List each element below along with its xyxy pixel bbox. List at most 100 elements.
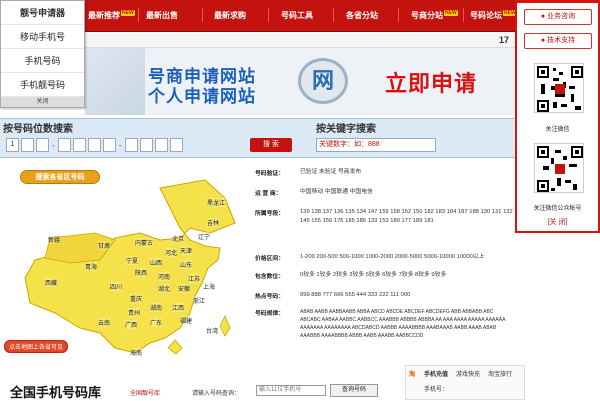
filter-label: 包含数位： xyxy=(255,274,284,280)
chat-icon: ● xyxy=(540,13,546,20)
qr-code-icon xyxy=(534,63,584,113)
nav-item-sale[interactable]: 最新出售 xyxy=(146,10,178,21)
province-fujian[interactable]: 福建 xyxy=(180,316,193,325)
digit-input[interactable] xyxy=(88,138,101,152)
keyword-input[interactable]: 关键数字：如：888 xyxy=(316,138,436,152)
province-hainan[interactable]: 海南 xyxy=(130,348,143,357)
province-gansu[interactable]: 甘肃 xyxy=(98,241,111,250)
dropdown-item-phone-number[interactable]: 手机号码 xyxy=(1,49,84,73)
digit-input[interactable] xyxy=(36,138,49,152)
dropdown-item-mobile[interactable]: 移动手机号 xyxy=(1,25,84,49)
banner-headline-personal: 个人申请网站 xyxy=(148,87,256,106)
filter-options[interactable]: ABAB AABB AABBAABB ABBA ABCD ABCDE ABCDE… xyxy=(300,308,515,340)
province-jiangsu[interactable]: 江苏 xyxy=(188,274,201,283)
new-badge: NEW xyxy=(121,10,135,16)
province-guangdong[interactable]: 广东 xyxy=(150,318,163,327)
province-henan[interactable]: 河南 xyxy=(158,272,171,281)
bottom-strip: 全国手机号码库 全国靓号库 请输入号码查询： 输入11位手机号 查询号码 淘 手… xyxy=(0,365,600,400)
province-zhejiang[interactable]: 浙江 xyxy=(193,296,206,305)
nav-divider xyxy=(333,8,334,22)
digit-input[interactable] xyxy=(103,138,116,152)
side-panel-close-button[interactable]: [关 闭] xyxy=(517,217,598,227)
nav-divider xyxy=(398,8,399,22)
province-chongqing[interactable]: 重庆 xyxy=(130,294,143,303)
banner-graphic xyxy=(85,48,145,115)
digit-separator: - xyxy=(52,141,55,150)
province-hubei[interactable]: 湖北 xyxy=(158,284,171,293)
number-library-title: 全国手机号码库 xyxy=(10,385,102,400)
digit-input[interactable] xyxy=(155,138,168,152)
dropdown-close-button[interactable]: 关闭 xyxy=(1,97,84,107)
filter-options[interactable]: 139 138 137 136 135 134 147 159 158 152 … xyxy=(300,208,515,226)
filter-options[interactable]: 1-200 200-500 500-1000 1000-2000 2000-50… xyxy=(300,253,515,262)
province-anhui[interactable]: 安徽 xyxy=(178,284,191,293)
dropdown-menu: 靓号申请器 移动手机号 手机号码 手机靓号码 关闭 xyxy=(0,0,85,108)
province-hunan[interactable]: 湖南 xyxy=(150,303,163,312)
nav-item-dealer-sites[interactable]: 号商分站 NEW xyxy=(411,10,458,21)
digit-input[interactable] xyxy=(125,138,138,152)
digit-input[interactable] xyxy=(58,138,71,152)
banner[interactable]: 号商申请网站 个人申请网站 网 立即申请 xyxy=(85,48,515,115)
dropdown-item-number-applier[interactable]: 靓号申请器 xyxy=(1,1,84,25)
digit-input[interactable]: 1 xyxy=(6,138,19,152)
tech-support-button[interactable]: ● 技术支持 xyxy=(524,33,592,49)
province-shanxi[interactable]: 山西 xyxy=(150,258,163,267)
province-xinjiang[interactable]: 新疆 xyxy=(48,235,61,244)
province-beijing[interactable]: 北京 xyxy=(172,234,185,243)
province-inner-mongolia[interactable]: 内蒙古 xyxy=(135,238,154,247)
nav-item-forum[interactable]: 号码论坛 NEW xyxy=(470,10,517,21)
query-label: 请输入号码查询： xyxy=(192,391,241,397)
digit-input[interactable] xyxy=(73,138,86,152)
nav-item-recommend[interactable]: 最新推荐 NEW xyxy=(88,10,135,21)
province-qinghai[interactable]: 青海 xyxy=(85,262,98,271)
digit-search-button[interactable]: 搜 索 xyxy=(250,138,292,152)
business-consult-button[interactable]: ● 业务咨询 xyxy=(524,9,592,25)
province-ningxia[interactable]: 宁夏 xyxy=(126,256,139,265)
contact-side-panel: ● 业务咨询 ● 技术支持 关注微信 关注微信公众帐号 [关 闭] xyxy=(515,0,600,233)
digit-input[interactable] xyxy=(140,138,153,152)
tab-taobao-travel[interactable]: 淘宝旅行 xyxy=(488,369,512,378)
filter-options[interactable]: 0较多 1较多 2较多 3较多 5较多 6较多 7较多 8较多 9较多 xyxy=(300,271,515,280)
province-tibet[interactable]: 西藏 xyxy=(45,278,58,287)
province-hebei[interactable]: 河北 xyxy=(165,248,178,257)
province-guizhou[interactable]: 贵州 xyxy=(128,308,141,317)
tab-mobile-recharge[interactable]: 手机充值 xyxy=(424,369,448,378)
digit-input[interactable] xyxy=(170,138,183,152)
province-yunnan[interactable]: 云南 xyxy=(98,318,111,327)
nav-item-provinces[interactable]: 各省分站 xyxy=(346,10,378,21)
top-nav: 最新推荐 NEW 最新出售 最新求购 号码工具 各省分站 号商分站 NEW 号码论坛… xyxy=(0,0,600,32)
dropdown-item-lucky-number[interactable]: 手机靓号码 xyxy=(1,73,84,97)
province-taiwan[interactable]: 台湾 xyxy=(206,326,219,335)
province-liaoning[interactable]: 辽宁 xyxy=(198,232,211,241)
province-jilin[interactable]: 吉林 xyxy=(207,218,220,227)
qr-code-icon xyxy=(534,143,584,193)
tab-game-recharge[interactable]: 游戏快充 xyxy=(456,369,480,378)
number-query-input[interactable]: 输入11位手机号 xyxy=(256,385,326,396)
lucky-library-link[interactable]: 全国靓号库 xyxy=(130,388,160,397)
province-shandong[interactable]: 山东 xyxy=(180,260,193,269)
nav-item-tools[interactable]: 号码工具 xyxy=(281,10,313,21)
search-panel: 按号码位数搜索 按关键字搜索 1 - - 搜 索 关键数字：如：888 xyxy=(0,118,515,158)
banner-apply-now[interactable]: 立即申请 xyxy=(385,66,477,98)
sub-bar: 17 xyxy=(85,33,515,48)
filter-options[interactable]: 999 888 777 666 555 444 333 222 111 000 xyxy=(300,291,515,300)
province-heilongjiang[interactable]: 黑龙江 xyxy=(207,198,226,207)
map-section-title: 搜索各省区号码 xyxy=(20,170,100,184)
province-tianjin[interactable]: 天津 xyxy=(180,246,193,255)
nav-item-buy[interactable]: 最新求购 xyxy=(214,10,246,21)
digit-input[interactable] xyxy=(21,138,34,152)
map-hint-label: 点击地图上各省可见 xyxy=(4,340,69,353)
province-shanghai[interactable]: 上海 xyxy=(203,282,216,291)
filter-options[interactable]: 中国移动 中国联通 中国电信 xyxy=(300,188,540,197)
query-button[interactable]: 查询号码 xyxy=(330,384,378,397)
filter-label: 所属号段： xyxy=(255,211,284,217)
chat-icon: ● xyxy=(540,37,546,44)
province-guangxi[interactable]: 广西 xyxy=(125,320,138,329)
province-shaanxi[interactable]: 陕西 xyxy=(135,268,148,277)
filter-options[interactable]: 已验证 未验证 号商发布 xyxy=(300,168,540,177)
filter-panel: 号码验证： 已验证 未验证 号商发布 运 营 商： 中国移动 中国联通 中国电信… xyxy=(255,168,515,368)
province-sichuan[interactable]: 四川 xyxy=(110,282,123,291)
filter-label: 价格区间： xyxy=(255,256,284,262)
province-jiangxi[interactable]: 江西 xyxy=(172,303,185,312)
nav-divider xyxy=(463,8,464,22)
